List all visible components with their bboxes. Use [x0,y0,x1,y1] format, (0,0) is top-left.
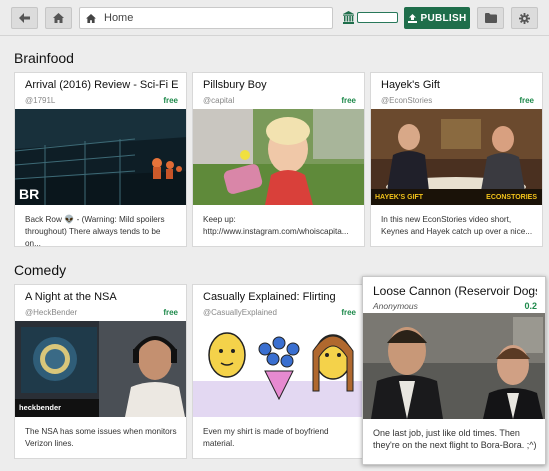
card-channel: @CasuallyExplained [203,308,277,317]
card-thumbnail: heckbender [15,321,186,417]
card-description: Back Row 👽 - (Warning: Mild spoilers thr… [25,215,165,247]
card-channel: @EconStories [381,96,433,105]
bank-icon[interactable] [343,11,354,24]
card-title: Hayek's Gift [381,79,440,91]
card-thumbnail [193,109,364,205]
thumbnail-logo: BR [19,186,40,202]
card-price: free [163,96,178,105]
settings-button[interactable] [511,7,538,29]
card-price: free [341,96,356,105]
content-card[interactable]: Arrival (2016) Review - Sci-Fi Epic... @… [14,72,187,247]
card-thumbnail [193,321,364,417]
card-description: Even my shirt is made of boyfriend mater… [203,427,329,448]
thumbnail-label: HAYEK'S GIFT [375,194,424,201]
thumbnail-logo: heckbender [19,403,62,412]
card-title: Arrival (2016) Review - Sci-Fi Epic... [25,79,178,91]
card-title: Loose Cannon (Reservoir Dogs... [373,284,537,298]
wallet-balance-bar[interactable] [357,12,398,23]
home-button[interactable] [45,7,72,29]
content-card-hovered[interactable]: Loose Cannon (Reservoir Dogs... Anonymou… [362,276,546,465]
card-title: Pillsbury Boy [203,79,267,91]
address-text: Home [104,12,134,24]
gear-icon [519,12,530,24]
card-price: 0.2 [524,301,537,311]
card-channel: @capital [203,96,235,105]
card-description: In this new EconStories video short, Key… [381,215,533,236]
card-thumbnail [363,313,545,419]
card-thumbnail: HAYEK'S GIFT ECONSTORIES [371,109,542,205]
content-card[interactable]: Pillsbury Boy @capital free Keep up: htt… [192,72,365,247]
home-icon [53,13,64,23]
arrow-left-icon [19,13,30,23]
address-bar[interactable]: Home [79,7,333,29]
upload-icon [407,13,417,23]
publish-label: PUBLISH [420,12,467,24]
files-button[interactable] [477,7,504,29]
card-description: One last job, just like old times. Then … [373,428,537,450]
card-price: free [341,308,356,317]
content-card[interactable]: Hayek's Gift @EconStories free HAYEK'S G… [370,72,543,247]
section-title-comedy: Comedy [14,262,67,278]
card-price: free [519,96,534,105]
card-description: Keep up: http://www.instagram.com/whoisc… [203,215,349,236]
content-card[interactable]: A Night at the NSA @HeckBender free heck… [14,284,187,459]
back-button[interactable] [11,7,38,29]
thumbnail-brand: ECONSTORIES [486,194,537,201]
publish-button[interactable]: PUBLISH [404,7,470,29]
card-channel: Anonymous [373,301,418,311]
content-card[interactable]: Casually Explained: Flirting @CasuallyEx… [192,284,365,459]
card-channel: @1791L [25,96,56,105]
card-price: free [163,308,178,317]
card-title: Casually Explained: Flirting [203,291,336,303]
top-toolbar: Home PUBLISH [0,0,549,36]
card-thumbnail: BR [15,109,186,205]
folder-icon [484,13,497,23]
card-description: The NSA has some issues when monitors Ve… [25,427,177,448]
home-icon [86,13,96,23]
section-title-brainfood: Brainfood [14,50,74,66]
card-title: A Night at the NSA [25,291,117,303]
card-channel: @HeckBender [25,308,78,317]
